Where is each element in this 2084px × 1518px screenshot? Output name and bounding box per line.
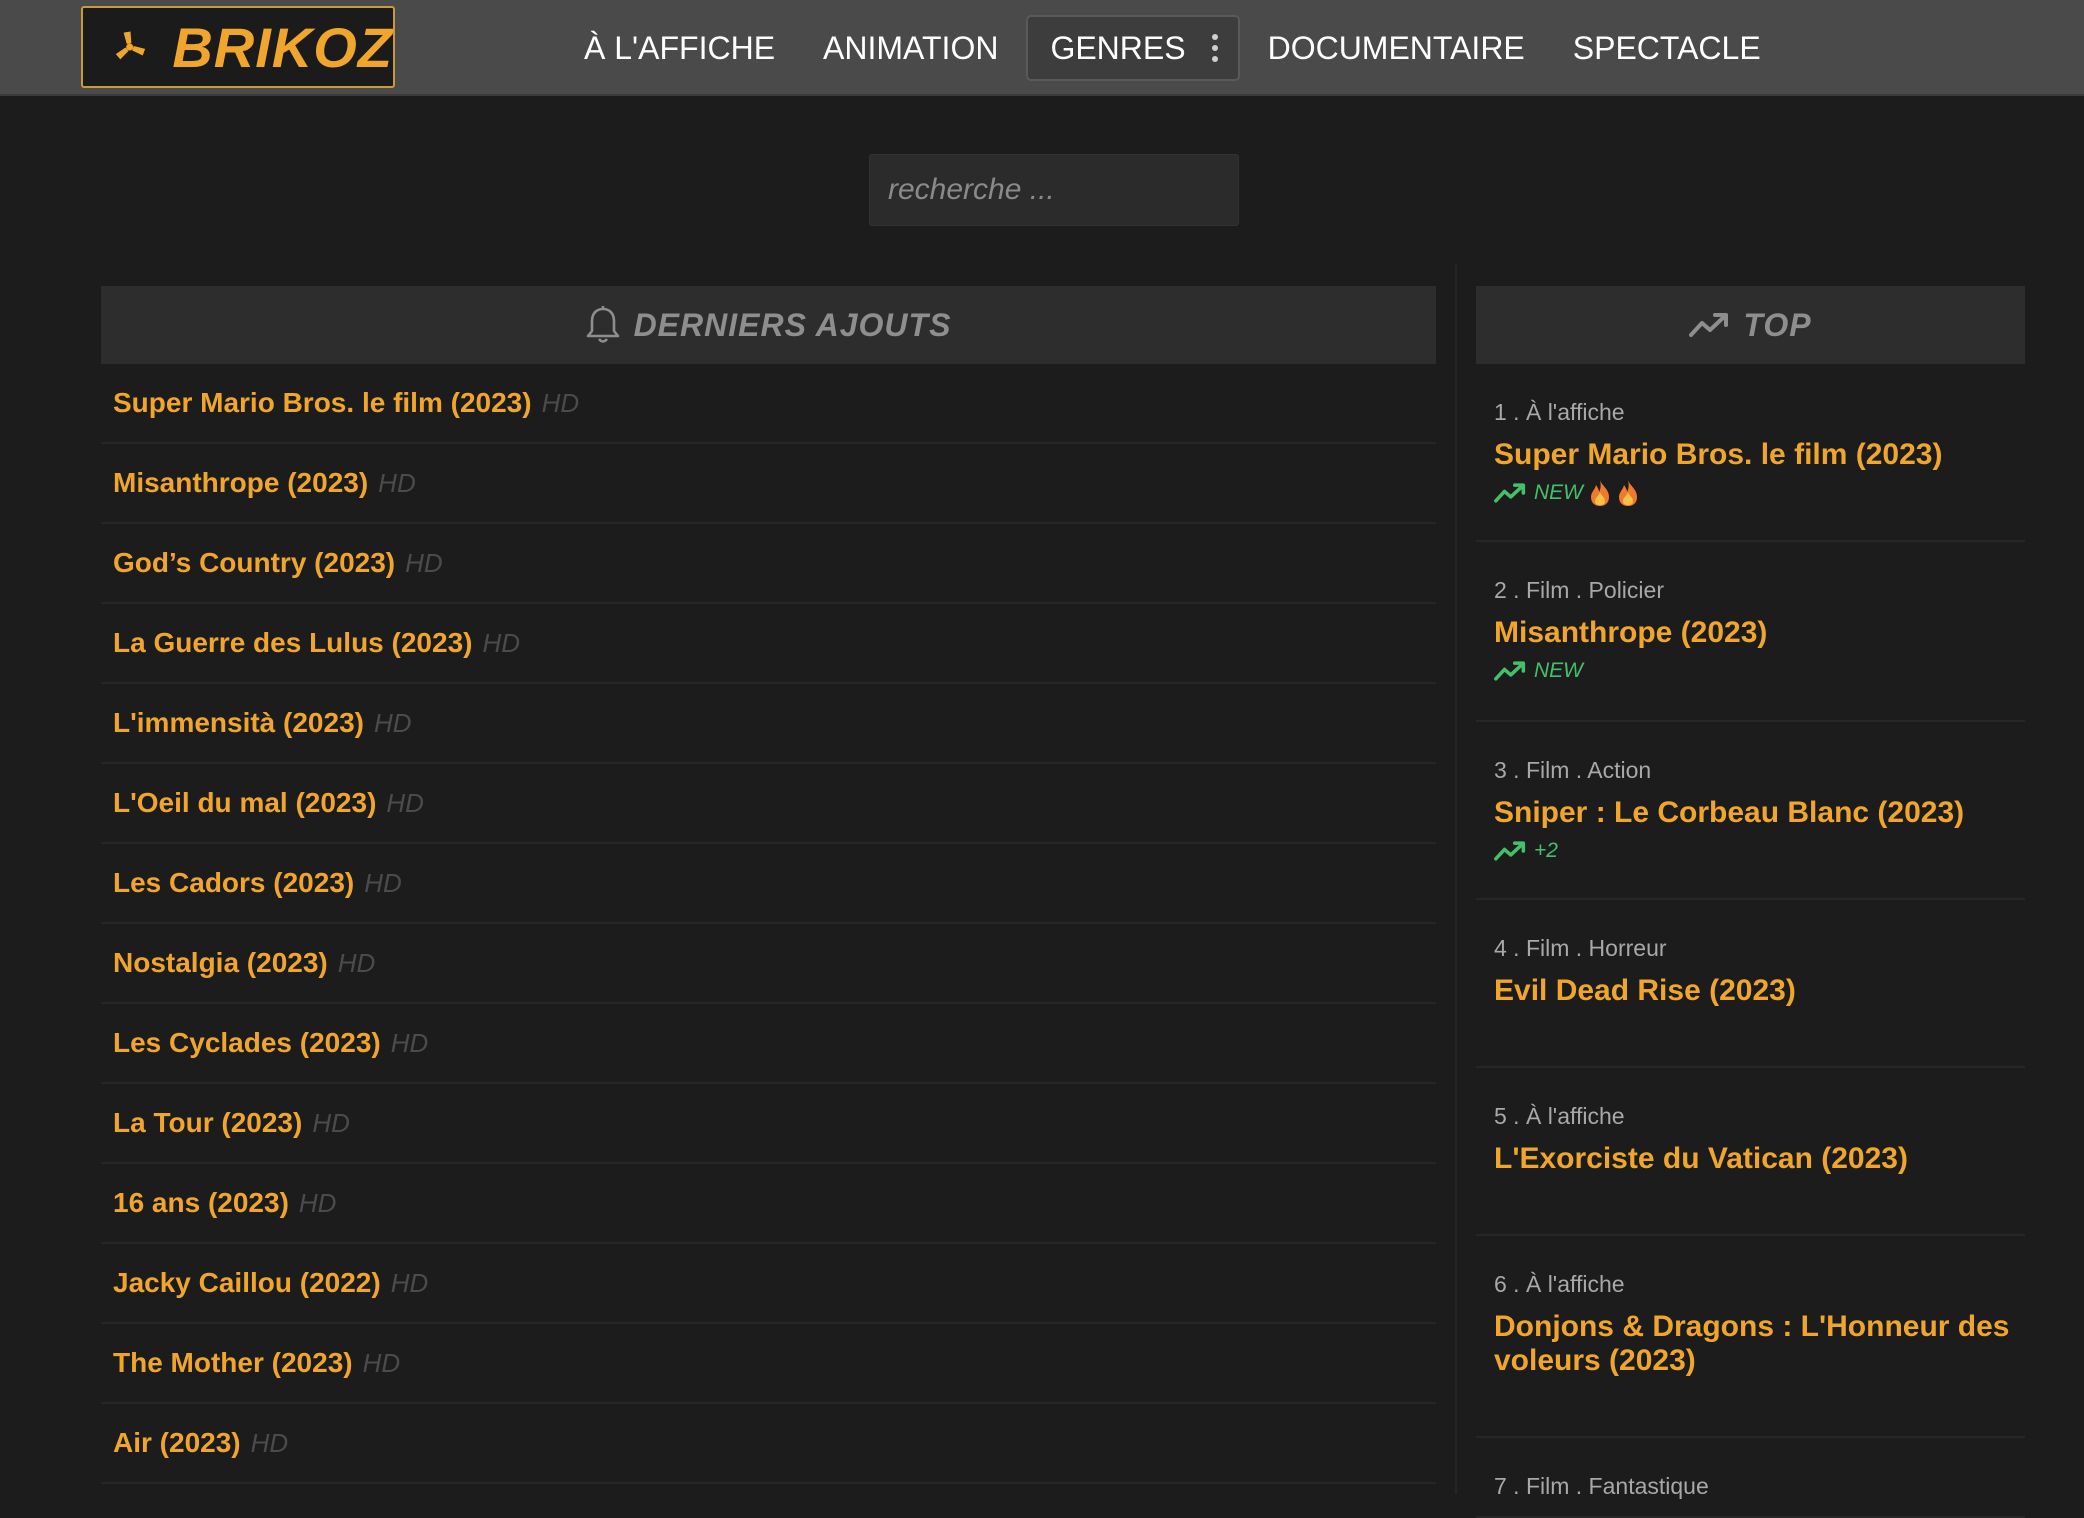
- list-item[interactable]: Les Cyclades (2023) HD: [101, 1004, 1436, 1084]
- top-list-item[interactable]: 1 . À l'affiche Super Mario Bros. le film…: [1476, 364, 2025, 542]
- trending-up-icon: [1494, 483, 1526, 503]
- quality-badge: HD: [386, 787, 424, 818]
- top-list-item[interactable]: 4 . Film . Horreur Evil Dead Rise (2023): [1476, 900, 2025, 1068]
- top-item-meta: 2 . Film . Policier: [1494, 577, 1664, 603]
- brand-name: BRIKOZ: [172, 15, 393, 79]
- search-input[interactable]: [869, 154, 1239, 226]
- top-item-meta: 7 . Film . Fantastique: [1494, 1473, 1709, 1499]
- top-item-meta: 6 . À l'affiche: [1494, 1271, 1625, 1297]
- latest-list: Super Mario Bros. le film (2023) HD Misant…: [101, 364, 1436, 1484]
- movie-title-link[interactable]: God’s Country (2023): [113, 547, 395, 579]
- top-list-item[interactable]: 3 . Film . Action Sniper : Le Corbeau Bla…: [1476, 722, 2025, 900]
- radiation-icon: [115, 31, 146, 60]
- quality-badge: HD: [362, 1347, 401, 1378]
- nav-item-genres-label: GENRES: [1050, 30, 1186, 66]
- nav-item-documentaire[interactable]: DOCUMENTAIRE: [1244, 15, 1549, 81]
- kebab-menu-icon: [1211, 34, 1218, 62]
- movie-title-link[interactable]: Air (2023): [113, 1427, 241, 1459]
- movie-title-link[interactable]: Misanthrope (2023): [113, 467, 368, 499]
- quality-badge: HD: [390, 1267, 429, 1298]
- site-logo[interactable]: BRIKOZ: [81, 6, 395, 88]
- top-item-meta: 3 . Film . Action: [1494, 757, 1652, 783]
- movie-title-link[interactable]: La Tour (2023): [113, 1107, 302, 1139]
- nav-item-a-l-affiche[interactable]: À L'AFFICHE: [560, 15, 799, 81]
- trending-up-icon: [1494, 661, 1526, 681]
- movie-title-link[interactable]: Les Cadors (2023): [113, 867, 354, 899]
- list-item[interactable]: L'Oeil du mal (2023) HD: [101, 764, 1436, 844]
- trending-up-icon: [1494, 841, 1526, 861]
- quality-badge: HD: [405, 547, 443, 578]
- quality-badge: HD: [312, 1107, 350, 1138]
- trend-badge: +2: [1494, 834, 2015, 868]
- top-list-item[interactable]: 5 . À l'affiche L'Exorciste du Vatican (2…: [1476, 1068, 2025, 1236]
- trend-badge: NEW: [1494, 476, 2015, 510]
- movie-title-link[interactable]: Misanthrope (2023): [1494, 616, 2015, 650]
- quality-badge: HD: [250, 1427, 289, 1458]
- quality-badge: HD: [482, 627, 521, 658]
- trend-badge: NEW: [1494, 654, 2015, 688]
- movie-title-link[interactable]: Nostalgia (2023): [113, 947, 328, 979]
- list-item[interactable]: Super Mario Bros. le film (2023) HD: [101, 364, 1436, 444]
- top-list-item[interactable]: 7 . Film . Fantastique: [1476, 1438, 2025, 1518]
- list-item[interactable]: Les Cadors (2023) HD: [101, 844, 1436, 924]
- list-item[interactable]: Air (2023) HD: [101, 1404, 1436, 1484]
- quality-badge: HD: [337, 947, 376, 978]
- movie-title-link[interactable]: L'Oeil du mal (2023): [113, 787, 376, 819]
- list-item[interactable]: God’s Country (2023) HD: [101, 524, 1436, 604]
- quality-badge: HD: [364, 867, 402, 898]
- top-list: 1 . À l'affiche Super Mario Bros. le film…: [1476, 364, 2025, 1518]
- latest-panel-header: DERNIERS AJOUTS: [101, 286, 1436, 364]
- list-item[interactable]: 16 ans (2023) HD: [101, 1164, 1436, 1244]
- movie-title-link[interactable]: L'Exorciste du Vatican (2023): [1494, 1142, 2015, 1176]
- list-item[interactable]: Nostalgia (2023) HD: [101, 924, 1436, 1004]
- top-panel-header: TOP: [1476, 286, 2025, 364]
- movie-title-link[interactable]: The Mother (2023): [113, 1347, 353, 1379]
- movie-title-link[interactable]: Les Cyclades (2023): [113, 1027, 381, 1059]
- movie-title-link[interactable]: Sniper : Le Corbeau Blanc (2023): [1494, 796, 2015, 830]
- quality-badge: HD: [378, 467, 416, 498]
- quality-badge: HD: [298, 1187, 337, 1218]
- trend-badge-label: +2: [1534, 839, 1558, 862]
- top-item-meta: 5 . À l'affiche: [1494, 1103, 1625, 1129]
- quality-badge: HD: [390, 1027, 429, 1058]
- list-item[interactable]: Misanthrope (2023) HD: [101, 444, 1436, 524]
- trend-badge-label: NEW: [1534, 659, 1583, 682]
- flame-icon: [1619, 480, 1637, 506]
- movie-title-link[interactable]: La Guerre des Lulus (2023): [113, 627, 472, 659]
- bell-icon: [586, 306, 619, 343]
- quality-badge: HD: [541, 387, 580, 418]
- latest-panel-title: DERNIERS AJOUTS: [633, 306, 952, 343]
- movie-title-link[interactable]: Jacky Caillou (2022): [113, 1267, 381, 1299]
- list-item[interactable]: La Guerre des Lulus (2023) HD: [101, 604, 1436, 684]
- top-item-meta: 4 . Film . Horreur: [1494, 935, 1667, 961]
- list-item[interactable]: Jacky Caillou (2022) HD: [101, 1244, 1436, 1324]
- top-list-item[interactable]: 6 . À l'affiche Donjons & Dragons : L'Hon…: [1476, 1236, 2025, 1438]
- movie-title-link[interactable]: Super Mario Bros. le film (2023): [113, 387, 532, 419]
- column-divider: [1455, 265, 1457, 1494]
- list-item[interactable]: La Tour (2023) HD: [101, 1084, 1436, 1164]
- nav-item-genres[interactable]: GENRES: [1026, 15, 1240, 81]
- main-nav: À L'AFFICHE ANIMATION GENRES DOCUMENTAIR…: [560, 10, 1785, 86]
- nav-item-animation[interactable]: ANIMATION: [799, 15, 1022, 81]
- flame-icon: [1591, 480, 1609, 506]
- movie-title-link[interactable]: L'immensità (2023): [113, 707, 364, 739]
- trend-badge-label: NEW: [1534, 481, 1583, 504]
- trending-up-icon: [1689, 313, 1729, 337]
- movie-title-link[interactable]: Evil Dead Rise (2023): [1494, 974, 2015, 1008]
- list-item[interactable]: L'immensità (2023) HD: [101, 684, 1436, 764]
- nav-item-spectacle[interactable]: SPECTACLE: [1549, 15, 1785, 81]
- top-item-meta: 1 . À l'affiche: [1494, 399, 1625, 425]
- top-navbar: BRIKOZ À L'AFFICHE ANIMATION GENRES DOCU…: [0, 0, 2084, 96]
- top-list-item[interactable]: 2 . Film . Policier Misanthrope (2023) NEW: [1476, 542, 2025, 722]
- top-panel-title: TOP: [1743, 306, 1812, 343]
- movie-title-link[interactable]: Super Mario Bros. le film (2023): [1494, 438, 2015, 472]
- movie-title-link[interactable]: Donjons & Dragons : L'Honneur des voleur…: [1494, 1310, 2015, 1378]
- quality-badge: HD: [373, 707, 412, 738]
- movie-title-link[interactable]: 16 ans (2023): [113, 1187, 289, 1219]
- list-item[interactable]: The Mother (2023) HD: [101, 1324, 1436, 1404]
